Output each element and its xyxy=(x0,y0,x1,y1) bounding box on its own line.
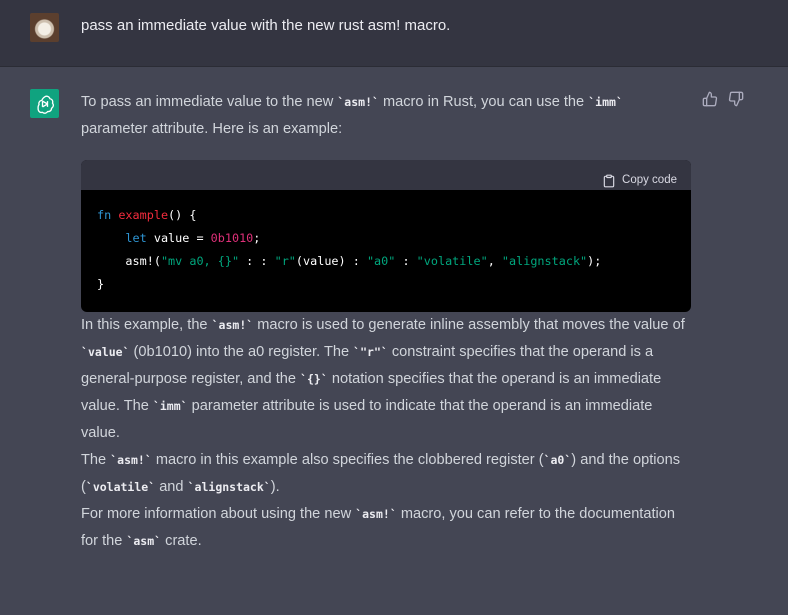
explanation-paragraph: In this example, the asm! macro is used … xyxy=(81,312,691,447)
inline-code: "r" xyxy=(353,345,388,359)
code-block-header: Copy code xyxy=(81,160,691,190)
assistant-message-content: To pass an immediate value to the new as… xyxy=(81,89,691,555)
feedback-controls xyxy=(702,91,744,107)
inline-code: {} xyxy=(300,372,328,386)
thumbs-down-icon[interactable] xyxy=(728,91,744,107)
clipboard-icon xyxy=(603,174,615,187)
inline-code: imm xyxy=(588,95,623,109)
inline-code: asm! xyxy=(110,453,152,467)
code-block: Copy code fn example() { let value = 0b1… xyxy=(81,160,691,312)
assistant-message-row: To pass an immediate value to the new as… xyxy=(0,67,788,615)
inline-code: alignstack xyxy=(188,480,271,494)
inline-code: asm xyxy=(126,534,161,548)
inline-code: asm! xyxy=(355,507,397,521)
inline-code: volatile xyxy=(86,480,155,494)
inline-code: asm! xyxy=(212,318,254,332)
copy-code-label: Copy code xyxy=(622,174,677,186)
clobber-paragraph: The asm! macro in this example also spec… xyxy=(81,447,691,501)
copy-code-button[interactable]: Copy code xyxy=(602,167,677,194)
intro-paragraph: To pass an immediate value to the new as… xyxy=(81,89,691,143)
inline-code: imm xyxy=(153,399,188,413)
inline-code: asm! xyxy=(337,95,379,109)
inline-code: a0 xyxy=(544,453,572,467)
openai-logo-icon xyxy=(30,89,59,118)
thumbs-up-icon[interactable] xyxy=(702,91,718,107)
user-message-text: pass an immediate value with the new rus… xyxy=(81,17,451,34)
more-info-paragraph: For more information about using the new… xyxy=(81,501,691,555)
user-message-row: pass an immediate value with the new rus… xyxy=(0,0,788,67)
inline-code: value xyxy=(81,345,130,359)
user-avatar-icon xyxy=(30,13,59,42)
code-content: fn example() { let value = 0b1010; asm!(… xyxy=(97,208,602,291)
